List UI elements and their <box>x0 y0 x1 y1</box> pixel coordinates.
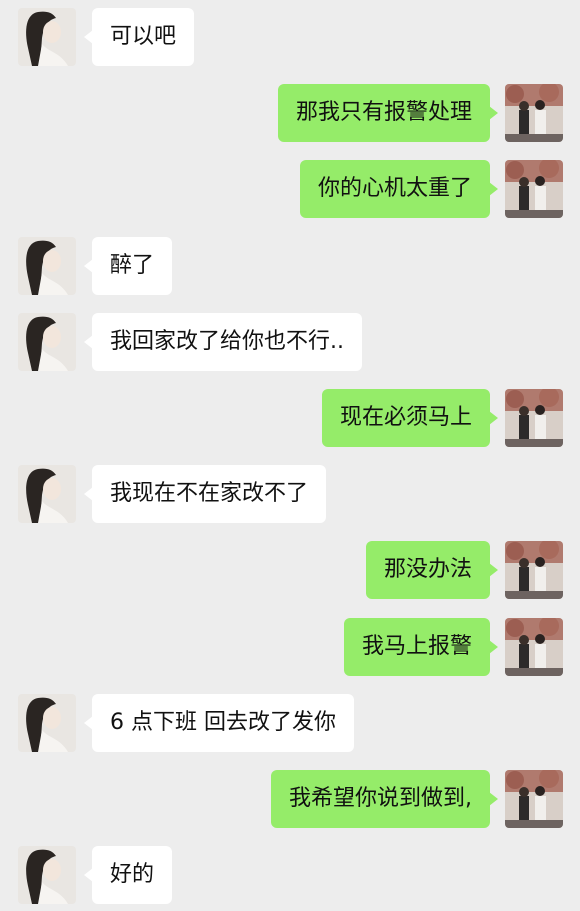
sent-message-bubble[interactable]: 现在必须马上 <box>321 389 499 447</box>
received-message-bubble[interactable]: 醉了 <box>83 237 173 295</box>
contact-avatar[interactable] <box>18 694 76 752</box>
sent-message-bubble[interactable]: 那没办法 <box>365 541 499 599</box>
contact-avatar[interactable] <box>18 313 76 371</box>
sent-message-bubble[interactable]: 你的心机太重了 <box>299 160 499 218</box>
message-row: 我现在不在家改不了 <box>0 465 580 525</box>
message-row: 好的 <box>0 846 580 906</box>
sent-message-bubble[interactable]: 我马上报警 <box>343 618 499 676</box>
contact-avatar[interactable] <box>18 846 76 904</box>
received-message-bubble[interactable]: 我现在不在家改不了 <box>83 465 327 523</box>
contact-avatar[interactable] <box>18 465 76 523</box>
message-row: 那我只有报警处理 <box>0 84 580 144</box>
contact-avatar[interactable] <box>18 237 76 295</box>
received-message-bubble[interactable]: 我回家改了给你也不行.. <box>84 313 362 371</box>
self-avatar[interactable] <box>505 541 563 599</box>
received-message-bubble[interactable]: 6 点下班 回去改了发你 <box>84 694 354 752</box>
message-row: 那没办法 <box>0 541 580 601</box>
sent-message-bubble[interactable]: 那我只有报警处理 <box>277 84 499 142</box>
sent-message-bubble[interactable]: 我希望你说到做到, <box>271 770 498 828</box>
message-row: 现在必须马上 <box>0 389 580 449</box>
contact-avatar[interactable] <box>18 8 76 66</box>
self-avatar[interactable] <box>505 389 563 447</box>
message-row: 醉了 <box>0 237 580 297</box>
chat-message-list: 可以吧 那我只有报警处理 你的心机太重了 醉了 我回家改了给你也不行.. 现在必… <box>0 0 580 911</box>
message-row: 可以吧 <box>0 8 580 68</box>
self-avatar[interactable] <box>505 770 563 828</box>
message-row: 你的心机太重了 <box>0 160 580 220</box>
self-avatar[interactable] <box>505 618 563 676</box>
received-message-bubble[interactable]: 可以吧 <box>83 8 195 66</box>
received-message-bubble[interactable]: 好的 <box>83 846 173 904</box>
message-row: 我马上报警 <box>0 618 580 678</box>
self-avatar[interactable] <box>505 160 563 218</box>
message-row: 我回家改了给你也不行.. <box>0 313 580 373</box>
message-row: 我希望你说到做到, <box>0 770 580 830</box>
self-avatar[interactable] <box>505 84 563 142</box>
message-row: 6 点下班 回去改了发你 <box>0 694 580 754</box>
